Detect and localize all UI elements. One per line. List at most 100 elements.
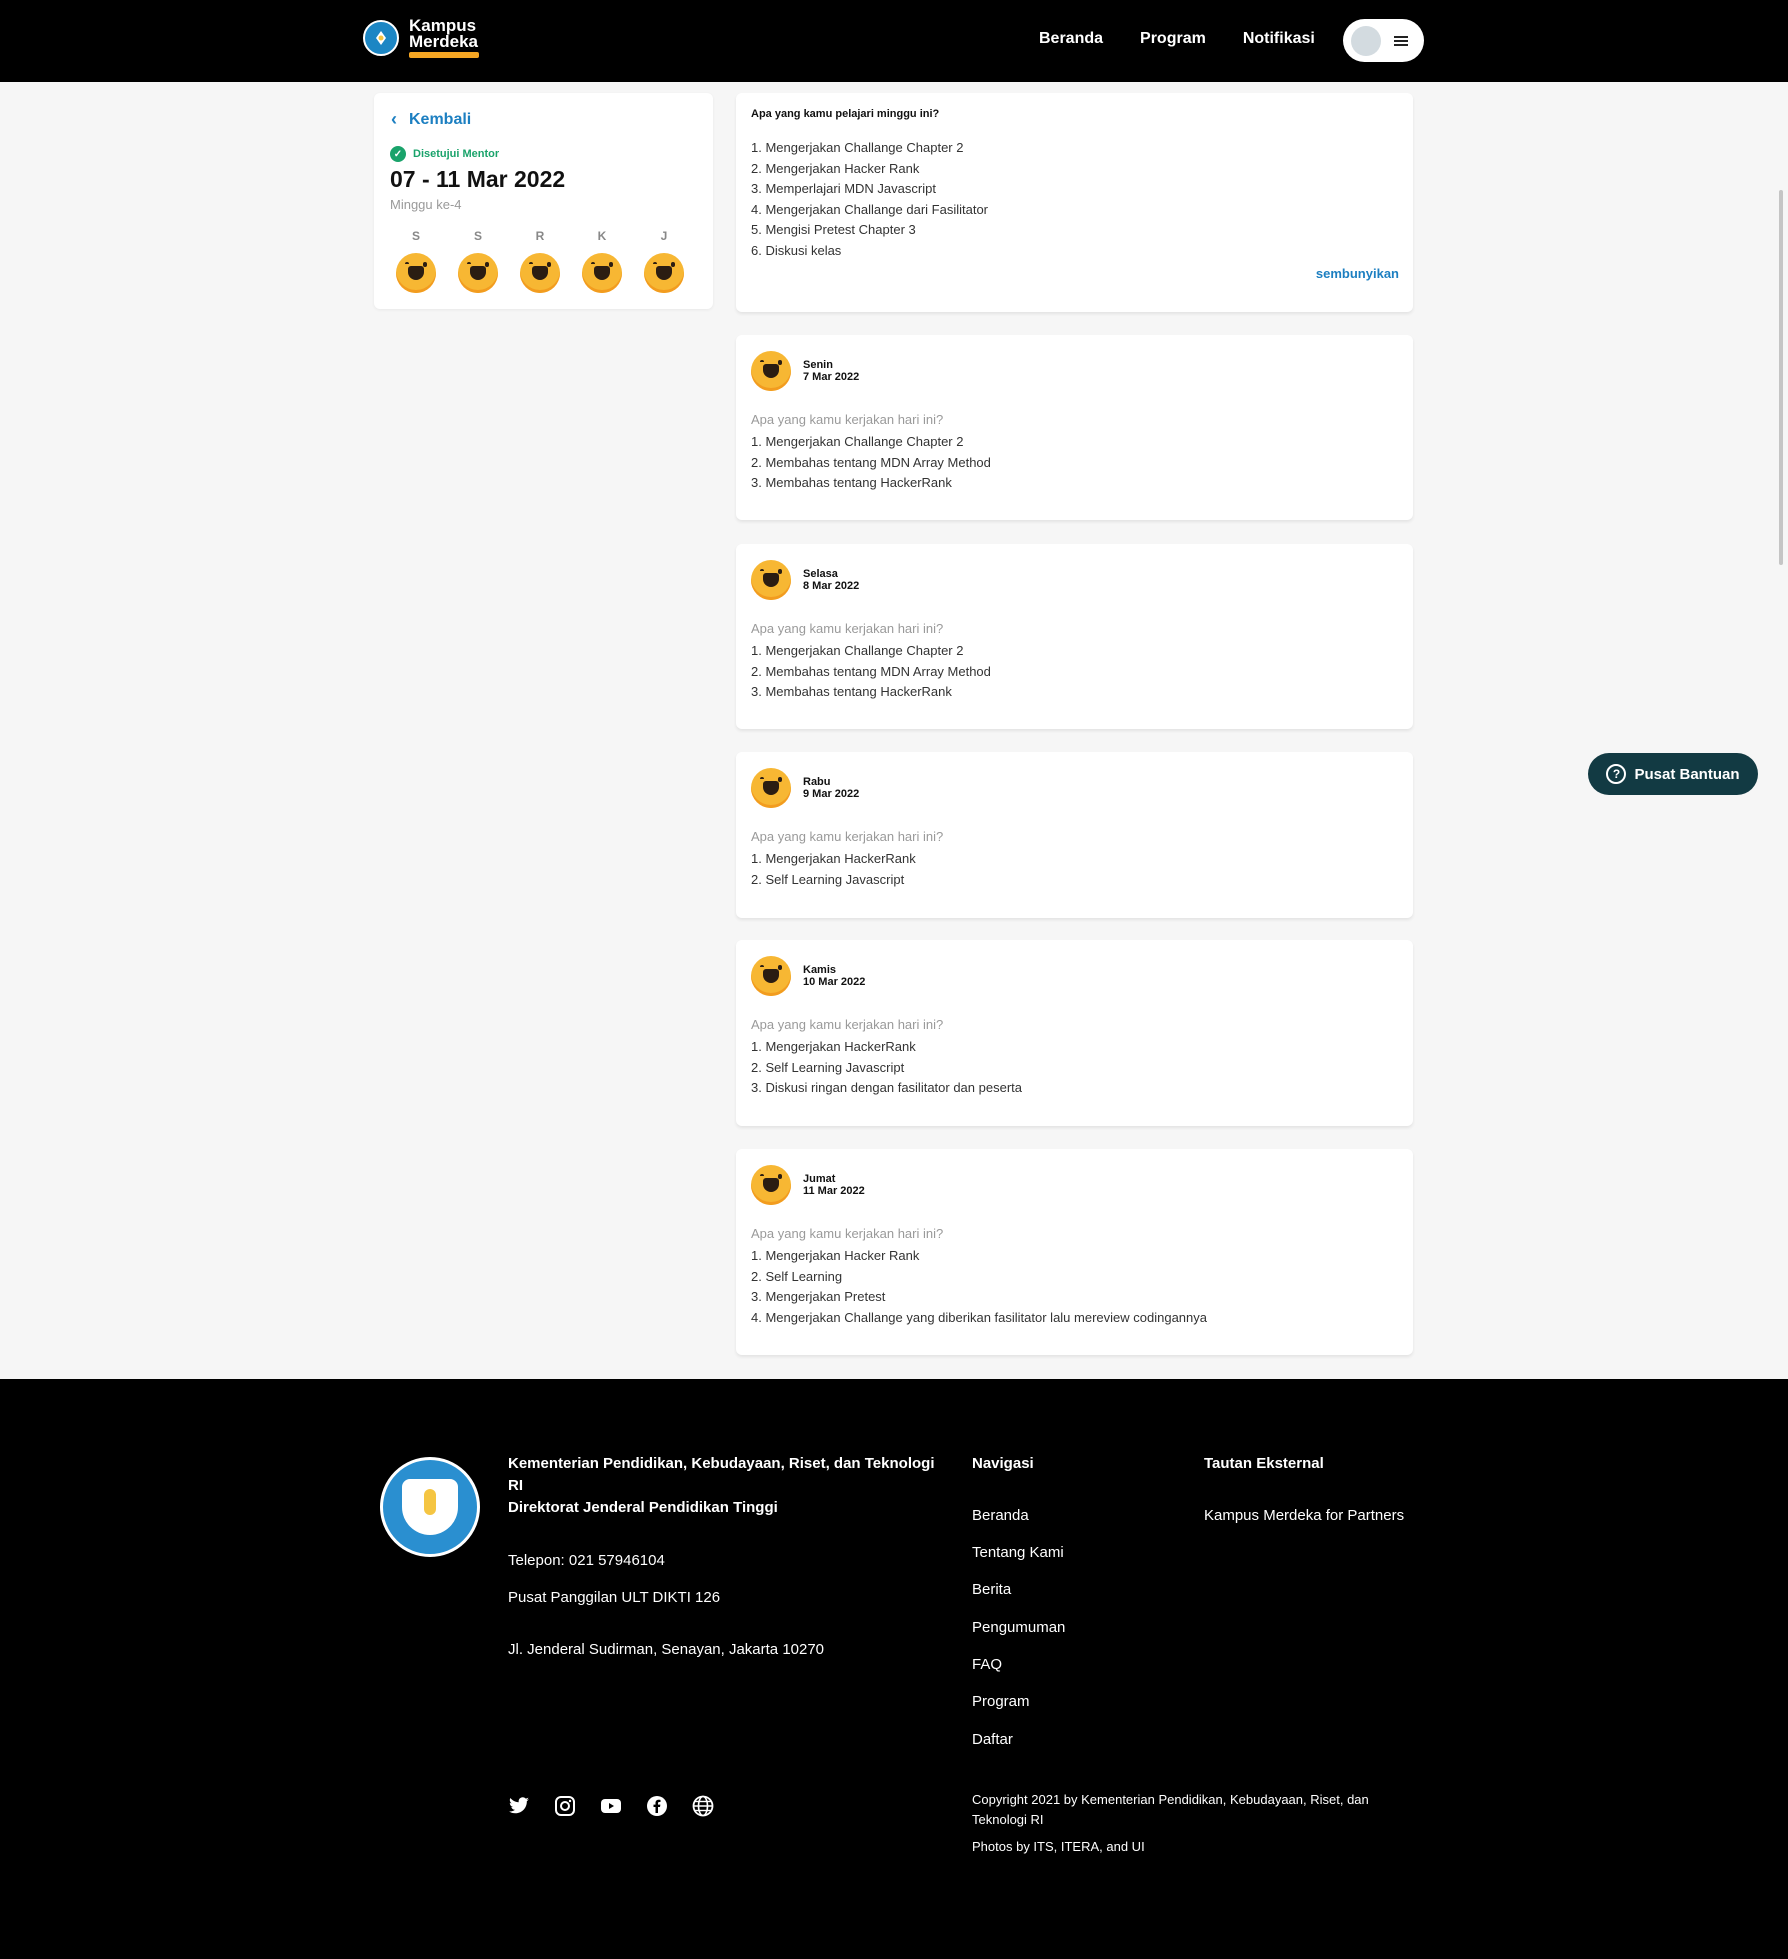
- youtube-icon[interactable]: [600, 1795, 622, 1817]
- list-item: 1. Mengerjakan Challange Chapter 2: [751, 434, 964, 449]
- footer-address: Jl. Jenderal Sudirman, Senayan, Jakarta …: [508, 1641, 825, 1658]
- tut-wuri-emblem-icon: [363, 20, 399, 56]
- kampus-merdeka-logo[interactable]: Kampus Merdeka: [363, 17, 479, 58]
- hamburger-menu-icon: [1394, 35, 1408, 46]
- footer-directorate: Direktorat Jenderal Pendidikan Tinggi: [508, 1499, 778, 1516]
- list-item: 1. Mengerjakan Hacker Rank: [751, 1248, 920, 1263]
- list-item: 3. Diskusi ringan dengan fasilitator dan…: [751, 1080, 1022, 1095]
- day-name: Rabu: [803, 776, 831, 788]
- scrollbar-thumb[interactable]: [1779, 190, 1783, 565]
- weekly-question: Apa yang kamu pelajari minggu ini?: [751, 108, 940, 120]
- daily-activity-list: 1. Mengerjakan Challange Chapter 2 2. Me…: [751, 641, 991, 703]
- hide-link[interactable]: sembunyikan: [1316, 266, 1399, 281]
- weekday-letter: S: [473, 229, 482, 243]
- approval-status-label: Disetujui Mentor: [413, 148, 500, 160]
- list-item: 3. Memperlajari MDN Javascript: [751, 181, 936, 196]
- weekday-letter: K: [597, 229, 607, 243]
- week-number: Minggu ke-4: [390, 197, 462, 212]
- list-item: 2. Membahas tentang MDN Array Method: [751, 454, 991, 470]
- footer-org-name: Kementerian Pendidikan, Kebudayaan, Rise…: [508, 1455, 935, 1494]
- globe-icon[interactable]: [692, 1795, 714, 1817]
- kemendikbud-logo: [380, 1457, 480, 1557]
- day-date: 9 Mar 2022: [803, 788, 860, 800]
- nav-beranda[interactable]: Beranda: [1039, 30, 1103, 48]
- week-date-range: 07 - 11 Mar 2022: [390, 166, 566, 192]
- twitter-icon[interactable]: [508, 1795, 530, 1817]
- day-date: 8 Mar 2022: [803, 580, 860, 592]
- footer-photo-credit: Photos by ITS, ITERA, and UI: [972, 1839, 1145, 1854]
- footer-link-beranda[interactable]: Beranda: [972, 1507, 1029, 1524]
- list-item: 4. Mengerjakan Challange yang diberikan …: [751, 1309, 1207, 1325]
- list-item: 2. Mengerjakan Hacker Rank: [751, 160, 920, 176]
- facebook-icon[interactable]: [646, 1795, 668, 1817]
- daily-card-kamis: Kamis 10 Mar 2022 Apa yang kamu kerjakan…: [736, 940, 1413, 1126]
- weekly-learning-card: Apa yang kamu pelajari minggu ini? 1. Me…: [736, 93, 1413, 312]
- daily-prompt: Apa yang kamu kerjakan hari ini?: [751, 621, 944, 636]
- day-name: Selasa: [803, 568, 838, 580]
- help-center-button[interactable]: ? Pusat Bantuan: [1588, 753, 1758, 795]
- list-item: 2. Self Learning Javascript: [751, 871, 905, 887]
- day-date: 10 Mar 2022: [803, 976, 866, 988]
- profile-menu-button[interactable]: [1343, 19, 1424, 62]
- back-button[interactable]: ‹ Kembali: [391, 109, 471, 130]
- footer-link-berita[interactable]: Berita: [972, 1581, 1011, 1598]
- weekday-kamis[interactable]: K: [582, 229, 622, 293]
- daily-activity-list: 1. Mengerjakan HackerRank 2. Self Learni…: [751, 1037, 1022, 1099]
- weekly-learning-list: 1. Mengerjakan Challange Chapter 2 2. Me…: [751, 138, 988, 261]
- footer-link-pengumuman[interactable]: Pengumuman: [972, 1619, 1065, 1636]
- list-item: 5. Mengisi Pretest Chapter 3: [751, 222, 916, 237]
- list-item: 1. Mengerjakan HackerRank: [751, 851, 916, 866]
- daily-activity-list: 1. Mengerjakan HackerRank 2. Self Learni…: [751, 849, 916, 890]
- list-item: 3. Mengerjakan Pretest: [751, 1289, 886, 1304]
- weekday-senin[interactable]: S: [396, 229, 436, 293]
- weekday-mood-row: S S R K J: [396, 229, 684, 293]
- week-summary-card: ‹ Kembali ✓ Disetujui Mentor 07 - 11 Mar…: [374, 93, 713, 309]
- list-item: 3. Membahas tentang HackerRank: [751, 475, 952, 490]
- day-date: 11 Mar 2022: [803, 1185, 865, 1197]
- daily-prompt: Apa yang kamu kerjakan hari ini?: [751, 829, 944, 844]
- happy-face-icon: [751, 560, 791, 600]
- happy-face-icon: [520, 253, 560, 293]
- help-center-label: Pusat Bantuan: [1634, 765, 1740, 783]
- weekday-rabu[interactable]: R: [520, 229, 560, 293]
- logo-underline: [409, 52, 479, 58]
- nav-program[interactable]: Program: [1140, 30, 1206, 48]
- happy-face-icon: [458, 253, 498, 293]
- daily-prompt: Apa yang kamu kerjakan hari ini?: [751, 412, 944, 427]
- nav-notifikasi[interactable]: Notifikasi: [1243, 30, 1315, 48]
- happy-face-icon: [582, 253, 622, 293]
- back-label: Kembali: [409, 110, 472, 128]
- footer-call-center: Pusat Panggilan ULT DIKTI 126: [508, 1589, 721, 1606]
- footer-link-program[interactable]: Program: [972, 1693, 1030, 1710]
- footer-nav-title: Navigasi: [972, 1455, 1034, 1472]
- footer-link-tentang-kami[interactable]: Tentang Kami: [972, 1544, 1064, 1561]
- day-name: Kamis: [803, 964, 837, 976]
- list-item: 4. Mengerjakan Challange dari Fasilitato…: [751, 201, 989, 217]
- daily-activity-list: 1. Mengerjakan Challange Chapter 2 2. Me…: [751, 432, 991, 494]
- footer-copyright: Copyright 2021 by Kementerian Pendidikan…: [972, 1792, 1369, 1827]
- happy-face-icon: [396, 253, 436, 293]
- weekday-letter: J: [660, 229, 668, 243]
- footer: Kementerian Pendidikan, Kebudayaan, Rise…: [0, 1379, 1788, 1959]
- weekday-selasa[interactable]: S: [458, 229, 498, 293]
- list-item: 2. Membahas tentang MDN Array Method: [751, 663, 991, 679]
- daily-card-jumat: Jumat 11 Mar 2022 Apa yang kamu kerjakan…: [736, 1149, 1413, 1355]
- daily-card-senin: Senin 7 Mar 2022 Apa yang kamu kerjakan …: [736, 335, 1413, 520]
- footer-link-daftar[interactable]: Daftar: [972, 1731, 1013, 1748]
- weekday-letter: S: [411, 229, 420, 243]
- footer-external-title: Tautan Eksternal: [1204, 1455, 1324, 1472]
- footer-link-faq[interactable]: FAQ: [972, 1656, 1002, 1673]
- approval-status: ✓ Disetujui Mentor: [390, 146, 499, 162]
- happy-face-icon: [751, 956, 791, 996]
- daily-card-rabu: Rabu 9 Mar 2022 Apa yang kamu kerjakan h…: [736, 752, 1413, 918]
- top-navbar: Kampus Merdeka Beranda Program Notifikas…: [0, 0, 1788, 82]
- day-name: Senin: [803, 359, 833, 371]
- list-item: 1. Mengerjakan Challange Chapter 2: [751, 643, 964, 658]
- day-name: Jumat: [803, 1173, 836, 1185]
- instagram-icon[interactable]: [554, 1795, 576, 1817]
- list-item: 1. Mengerjakan Challange Chapter 2: [751, 140, 964, 155]
- footer-link-partners[interactable]: Kampus Merdeka for Partners: [1204, 1507, 1404, 1524]
- weekday-jumat[interactable]: J: [644, 229, 684, 293]
- list-item: 6. Diskusi kelas: [751, 242, 842, 258]
- list-item: 2. Self Learning: [751, 1268, 843, 1284]
